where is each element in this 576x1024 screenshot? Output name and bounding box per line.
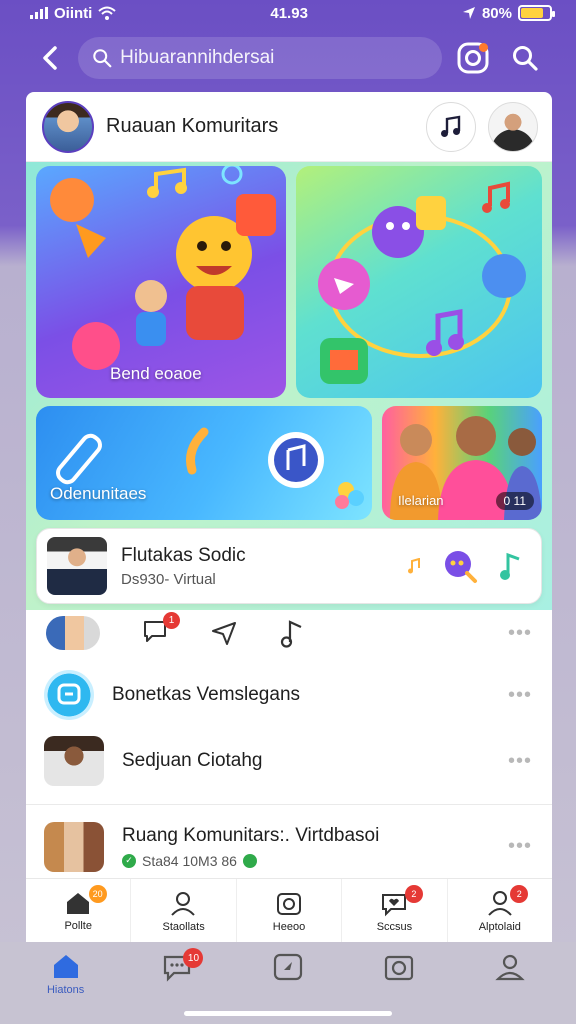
tab-label: Staollats xyxy=(162,920,205,933)
battery-icon xyxy=(518,5,555,21)
tile-music-circle[interactable] xyxy=(296,166,542,398)
featured-title: Flutakas Sodic xyxy=(121,544,246,566)
list-item[interactable]: Bonetkas Vemslegans ••• xyxy=(26,662,552,728)
chevron-left-icon xyxy=(43,46,57,70)
card-tab-bar: Pollte 20 Staollats Heeoo Sccsus 2 Alpto… xyxy=(26,878,552,942)
search-input[interactable] xyxy=(120,47,428,69)
verified-icon: ✓ xyxy=(122,853,136,868)
chat-search-icon[interactable] xyxy=(441,547,479,585)
list-item-subtitle: Sta84 10M3 86 xyxy=(142,852,237,869)
avatar xyxy=(47,537,107,595)
action-row: 1 ••• xyxy=(26,610,552,656)
nav-home[interactable]: Hiatons xyxy=(10,942,121,1024)
avatar xyxy=(44,821,104,872)
nav-badge: 10 xyxy=(183,948,204,968)
music-note-icon[interactable] xyxy=(280,618,306,648)
compass-icon xyxy=(273,953,303,981)
card-header: Ruauan Komuritars xyxy=(26,92,552,162)
tile-video-call[interactable]: Ilelarian 0 11 xyxy=(382,406,542,520)
search-icon xyxy=(93,49,112,68)
tab-label: Alptolaid xyxy=(478,920,521,933)
tile-label: Odenunitaes xyxy=(50,484,147,503)
tab-account[interactable]: Alptolaid 2 xyxy=(448,879,552,942)
bottom-navigation: Hiatons 10 xyxy=(0,942,576,1024)
search-button[interactable] xyxy=(504,37,546,79)
tab-home[interactable]: Heeoo xyxy=(237,879,343,942)
list-item-title: Bonetkas Vemslegans xyxy=(112,684,301,705)
status-bar: Oiinti 41.93 80% xyxy=(0,0,576,26)
tab-badge: 2 xyxy=(510,885,529,903)
camera-icon xyxy=(385,955,414,981)
tile-bend[interactable]: Bend eoaoe xyxy=(36,166,286,398)
tab-label: Heeoo xyxy=(272,920,306,933)
chat-icon xyxy=(242,853,257,868)
home-icon xyxy=(53,955,78,978)
nav-label: Hiatons xyxy=(46,984,85,996)
profile-button[interactable] xyxy=(488,101,538,152)
tile-communities[interactable]: Odenunitaes xyxy=(36,406,372,520)
tab-badge: 20 xyxy=(88,885,107,903)
music-note-icon xyxy=(441,115,461,137)
list-item[interactable]: Sedjuan Ciotahg ••• xyxy=(26,728,552,794)
comment-count-badge: 1 xyxy=(163,611,180,629)
notification-dot xyxy=(479,43,488,52)
tab-label: Sccsus xyxy=(376,920,413,933)
carrier-label: Oiinti xyxy=(54,4,93,22)
music-note-icon xyxy=(500,552,520,580)
clock: 41.93 xyxy=(270,4,308,22)
chat-bubble-icon xyxy=(57,683,81,705)
music-circle-illustration xyxy=(318,181,526,384)
user-chat-icon xyxy=(170,891,195,916)
list-item-title: Ruang Komunitars:. Virtdbasoi xyxy=(122,824,380,846)
location-icon xyxy=(462,7,475,19)
tab-profile[interactable]: Pollte 20 xyxy=(26,879,132,942)
comment-button[interactable]: 1 xyxy=(142,611,180,649)
home-indicator xyxy=(184,1011,392,1016)
tile-label: Ilelarian xyxy=(398,493,444,508)
camera-button[interactable] xyxy=(452,37,494,79)
search-icon xyxy=(513,46,538,71)
search-bar[interactable] xyxy=(78,37,442,79)
app-bar xyxy=(26,26,552,90)
music-button[interactable] xyxy=(426,101,476,152)
camera-icon xyxy=(277,892,302,915)
community-card: Ruauan Komuritars Bend eoaoe Odenunitaes… xyxy=(26,92,552,942)
list-item-title: Sedjuan Ciotahg xyxy=(122,750,263,771)
battery-percent: 80% xyxy=(481,4,512,22)
signal-icon xyxy=(30,7,48,19)
more-options-icon[interactable]: ••• xyxy=(508,684,532,707)
music-note-icon xyxy=(408,558,420,574)
avatar xyxy=(44,736,104,786)
tab-status[interactable]: Staollats xyxy=(131,879,237,942)
avatar[interactable] xyxy=(46,616,100,650)
more-options-icon[interactable]: ••• xyxy=(508,750,532,773)
app-icon xyxy=(44,670,94,720)
tab-badge: 2 xyxy=(404,885,423,903)
list-item[interactable]: Ruang Komunitars:. Virtdbasoi ✓ Sta84 10… xyxy=(26,804,552,888)
call-duration-badge: 0 11 xyxy=(495,492,534,510)
user-icon xyxy=(495,954,526,981)
nav-profile[interactable] xyxy=(455,942,566,1024)
featured-subtitle: Ds930- Virtual xyxy=(121,570,216,588)
featured-post[interactable]: Flutakas Sodic Ds930- Virtual xyxy=(36,528,542,604)
wifi-icon xyxy=(98,6,116,20)
send-icon[interactable] xyxy=(210,620,238,646)
avatar[interactable] xyxy=(42,100,94,153)
tile-label: Bend eoaoe xyxy=(110,364,202,383)
tab-success[interactable]: Sccsus 2 xyxy=(342,879,448,942)
more-options-icon[interactable]: ••• xyxy=(508,622,532,645)
tab-label: Pollte xyxy=(64,919,92,932)
page-title: Ruauan Komuritars xyxy=(106,115,279,137)
more-options-icon[interactable]: ••• xyxy=(508,835,532,858)
back-button[interactable] xyxy=(32,40,68,76)
